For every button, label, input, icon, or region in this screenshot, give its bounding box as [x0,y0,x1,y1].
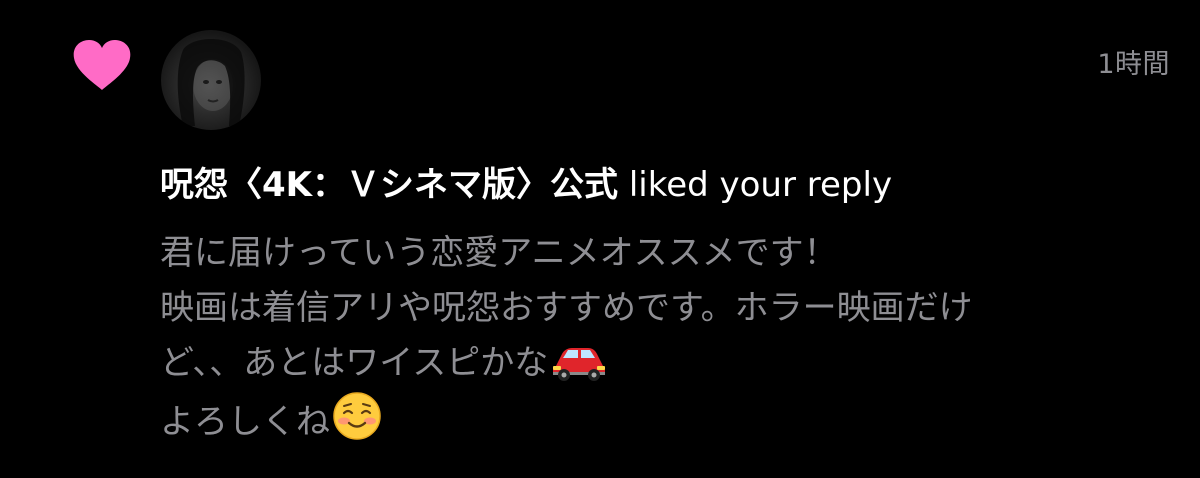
reply-line: 映画は着信アリや呪怨おすすめです。ホラー映画だけ [160,281,1180,336]
reply-line: ど、、あとはワイスピかな [160,336,1180,391]
reply-line: よろしくね [160,391,1180,450]
avatar[interactable] [161,30,261,130]
notification-headline: 呪怨〈4K：Ｖシネマ版〉公式 liked your reply [160,162,1170,208]
red-car-emoji [553,348,606,381]
reply-line-text: よろしくね [160,402,330,442]
like-notification[interactable]: 1時間 呪怨〈4K：Ｖシネマ版〉公式 liked your reply 君に届け… [0,0,1200,478]
heart-icon [73,40,131,90]
reply-line-text: 映画は着信アリや呪怨おすすめです。ホラー映画だけ [160,288,973,328]
reply-line-text: ど、、あとはワイスピかな [160,343,549,383]
reply-line: 君に届けっていう恋愛アニメオススメです！ [160,226,1180,281]
reply-text[interactable]: 君に届けっていう恋愛アニメオススメです！ 映画は着信アリや呪怨おすすめです。ホラ… [160,226,1180,450]
sender-name[interactable]: 呪怨〈4K：Ｖシネマ版〉公式 [160,165,618,205]
timestamp: 1時間 [1097,49,1170,80]
reply-line-text: 君に届けっていう恋愛アニメオススメです！ [160,233,838,273]
smiling-blushing-emoji [333,392,381,440]
avatar-image [177,39,245,126]
action-text: liked your reply [628,165,893,205]
